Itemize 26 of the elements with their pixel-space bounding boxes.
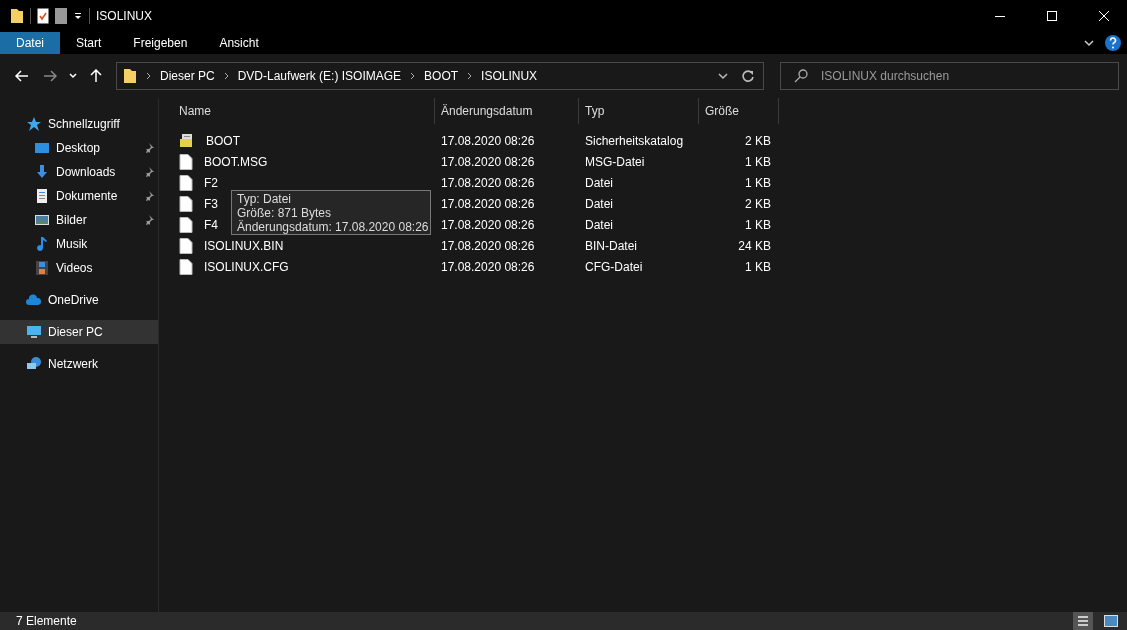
table-cell-text: 1 KB bbox=[744, 259, 772, 274]
table-cell-text: 17.08.2020 08:26 bbox=[440, 259, 536, 274]
table-cell-text: 17.08.2020 08:26 bbox=[440, 217, 536, 232]
tooltip-text: Änderungsdatum: 17.08.2020 08:26 bbox=[237, 220, 429, 234]
table-cell-text: Sicherheitskatalog bbox=[584, 133, 685, 148]
table-cell-text: 2 KB bbox=[744, 133, 772, 148]
window-title: ISOLINUX bbox=[96, 9, 153, 23]
table-cell-text: Datei bbox=[584, 196, 614, 211]
table-cell-text: 17.08.2020 08:26 bbox=[440, 196, 536, 211]
table-cell-text: BIN-Datei bbox=[584, 238, 638, 253]
table-cell-text: 17.08.2020 08:26 bbox=[440, 154, 536, 169]
table-cell-text: 2 KB bbox=[744, 196, 772, 211]
tooltip-text: Größe: 871 Bytes bbox=[237, 206, 332, 220]
table-cell-text: 17.08.2020 08:26 bbox=[440, 175, 536, 190]
table-cell-text: 24 KB bbox=[737, 238, 772, 253]
table-cell-text: MSG-Datei bbox=[584, 154, 646, 169]
table-cell-text: CFG-Datei bbox=[584, 259, 644, 274]
table-cell-text: 17.08.2020 08:26 bbox=[440, 238, 536, 253]
table-cell-text: 1 KB bbox=[744, 175, 772, 190]
table-cell-text: Datei bbox=[584, 217, 614, 232]
status-text: 7 Elemente bbox=[16, 614, 78, 628]
table-cell-text: Datei bbox=[584, 175, 614, 190]
tooltip-text: Typ: Datei bbox=[237, 192, 292, 206]
table-cell-text: 1 KB bbox=[744, 217, 772, 232]
table-cell-text: 1 KB bbox=[744, 154, 772, 169]
table-cell-text: 17.08.2020 08:26 bbox=[440, 133, 536, 148]
